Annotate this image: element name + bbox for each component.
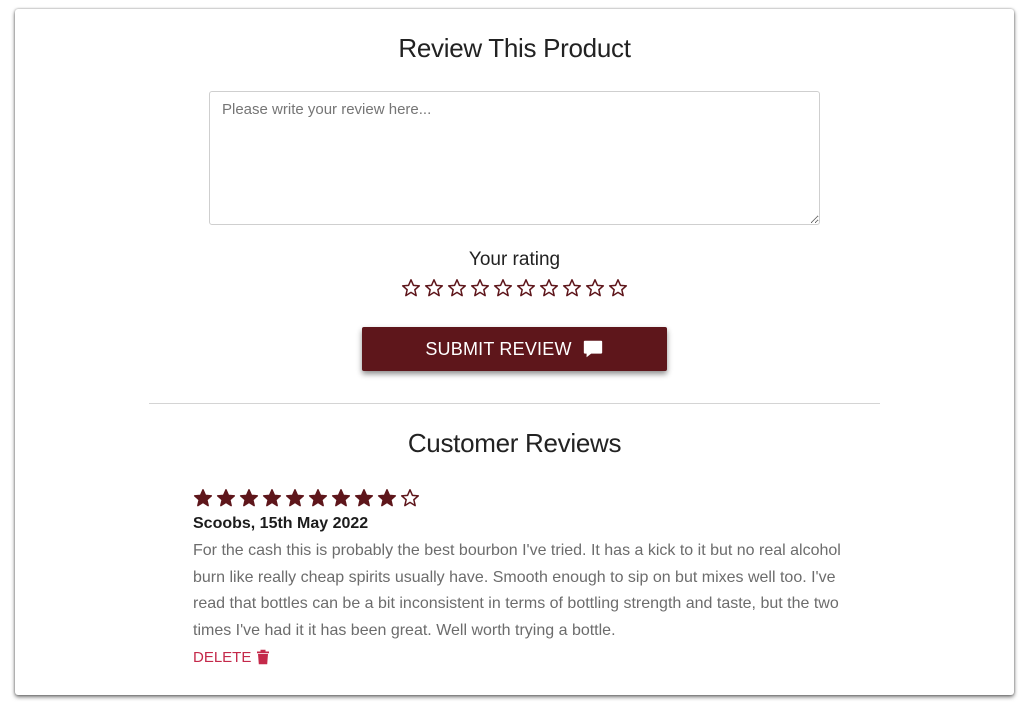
filled-star-icon xyxy=(308,488,328,508)
filled-star-icon xyxy=(193,488,213,508)
filled-star-icon xyxy=(331,488,351,508)
filled-star-icon xyxy=(377,488,397,508)
review-rating-stars xyxy=(193,488,853,508)
review-card: Review This Product Your rating SUBMIT R… xyxy=(15,9,1014,695)
review-author-date: Scoobs, 15th May 2022 xyxy=(193,515,369,532)
comment-icon xyxy=(582,338,604,360)
rating-label: Your rating xyxy=(468,249,561,270)
rating-star-6[interactable] xyxy=(516,278,536,298)
filled-star-icon xyxy=(354,488,374,508)
empty-star-icon xyxy=(400,488,420,508)
delete-review-link[interactable]: DELETE xyxy=(193,649,270,666)
review-item: Scoobs, 15th May 2022 For the cash this … xyxy=(193,488,853,667)
review-form-title: Review This Product xyxy=(398,33,631,63)
rating-star-5[interactable] xyxy=(493,278,513,298)
rating-star-7[interactable] xyxy=(539,278,559,298)
filled-star-icon xyxy=(285,488,305,508)
filled-star-icon xyxy=(216,488,236,508)
delete-label: DELETE xyxy=(193,648,252,666)
rating-star-1[interactable] xyxy=(401,278,421,298)
submit-review-label: SUBMIT REVIEW xyxy=(425,338,572,359)
section-divider xyxy=(149,403,880,404)
submit-review-button[interactable]: SUBMIT REVIEW xyxy=(362,327,667,371)
rating-star-3[interactable] xyxy=(447,278,467,298)
review-text: For the cash this is probably the best b… xyxy=(193,542,841,640)
review-textarea[interactable] xyxy=(209,91,820,225)
rating-star-10[interactable] xyxy=(608,278,628,298)
rating-star-8[interactable] xyxy=(562,278,582,298)
filled-star-icon xyxy=(262,488,282,508)
trash-icon xyxy=(256,649,270,665)
rating-input[interactable] xyxy=(401,278,628,298)
rating-star-2[interactable] xyxy=(424,278,444,298)
rating-star-9[interactable] xyxy=(585,278,605,298)
filled-star-icon xyxy=(239,488,259,508)
customer-reviews-title: Customer Reviews xyxy=(407,428,622,458)
rating-star-4[interactable] xyxy=(470,278,490,298)
